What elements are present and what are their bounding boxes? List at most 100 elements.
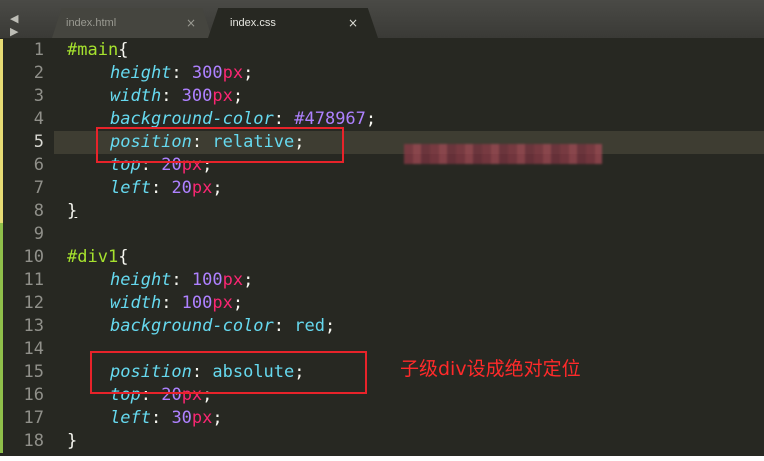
line-number: 15	[23, 362, 44, 382]
code-line[interactable]: }	[67, 200, 77, 223]
code-line[interactable]: width: 100px;	[67, 292, 243, 315]
tab-index-css[interactable]: index.css ×	[208, 8, 378, 38]
tab-bar: ◀ ▶ index.html × index.css ×	[0, 0, 764, 38]
gutter-change-mark	[0, 361, 3, 384]
code-token: ;	[212, 178, 223, 198]
code-token: width	[110, 86, 162, 106]
code-token: height	[110, 270, 172, 290]
code-token: px	[212, 86, 233, 106]
tab-label: index.css	[230, 17, 276, 29]
annotation-box-relative	[96, 127, 344, 163]
code-line[interactable]: #div1{	[67, 246, 128, 269]
code-token: ;	[232, 293, 244, 313]
line-number: 1	[33, 40, 44, 60]
close-icon[interactable]: ×	[186, 16, 196, 30]
code-token: }	[67, 201, 78, 221]
code-token: ;	[365, 109, 377, 129]
code-line[interactable]: }	[67, 430, 77, 453]
close-icon[interactable]: ×	[348, 16, 358, 30]
line-number: 3	[33, 86, 44, 106]
code-token: background-color	[110, 316, 274, 336]
code-token: left	[110, 178, 151, 198]
line-number: 9	[33, 224, 44, 244]
code-token: ;	[243, 270, 254, 290]
gutter-change-mark	[0, 131, 3, 154]
line-number: 8	[33, 201, 44, 221]
code-token: :	[150, 408, 172, 428]
annotation-box-absolute	[90, 351, 367, 394]
code-line[interactable]: width: 300px;	[67, 85, 243, 108]
code-token: ;	[243, 63, 254, 83]
line-number: 17	[23, 408, 44, 428]
gutter-change-mark	[0, 39, 3, 62]
line-number: 10	[23, 247, 44, 267]
tab-nav-arrows-icon[interactable]: ◀ ▶	[10, 12, 40, 38]
tab-label: index.html	[66, 17, 117, 29]
code-token: 300	[191, 63, 223, 83]
line-number: 5	[33, 132, 44, 152]
line-number: 2	[33, 63, 44, 83]
gutter-change-mark	[0, 62, 3, 85]
code-token: px	[191, 178, 213, 198]
blurred-redaction	[404, 144, 602, 164]
line-number-gutter: 1 2 3 4 5 6 7 8 9 10 11 12 13 14 15 16 17 18	[0, 38, 54, 456]
gutter-change-mark	[0, 292, 3, 315]
code-token: 100	[191, 270, 223, 290]
code-token: #478967	[294, 109, 366, 129]
code-token: px	[222, 270, 244, 290]
code-token: #main	[67, 40, 119, 60]
code-token: :	[150, 178, 172, 198]
code-token: {	[118, 247, 129, 267]
line-number: 18	[23, 431, 44, 451]
code-line[interactable]: #main{	[67, 39, 128, 62]
code-token: left	[110, 408, 151, 428]
gutter-change-mark	[0, 430, 3, 453]
gutter-change-mark	[0, 108, 3, 131]
code-token: }	[67, 431, 78, 451]
code-token: px	[212, 293, 233, 313]
code-token: ;	[324, 316, 336, 336]
line-number: 7	[33, 178, 44, 198]
line-number: 6	[33, 155, 44, 175]
tab-index-html[interactable]: index.html ×	[52, 8, 212, 38]
code-token: #div1	[67, 247, 119, 267]
code-token: red	[294, 316, 325, 336]
code-token: height	[110, 63, 172, 83]
code-token: :	[171, 63, 192, 83]
gutter-change-mark	[0, 269, 3, 292]
line-number: 14	[23, 339, 44, 359]
gutter-change-mark	[0, 407, 3, 430]
code-line[interactable]: height: 100px;	[67, 269, 253, 292]
code-token: px	[191, 408, 213, 428]
code-line[interactable]: background-color: red;	[67, 315, 335, 338]
code-editor[interactable]: 1 2 3 4 5 6 7 8 9 10 11 12 13 14 15 16 17 18 #main{height…	[0, 38, 764, 456]
code-token: ;	[212, 408, 223, 428]
sublime-editor-window: ◀ ▶ index.html × index.css × 1 2 3 4 5 6 7 8 9 10…	[0, 0, 764, 456]
code-token: 30	[171, 408, 192, 428]
gutter-change-mark	[0, 200, 3, 223]
code-line[interactable]: left: 30px;	[67, 407, 223, 430]
code-token: background-color	[110, 109, 274, 129]
line-number: 12	[23, 293, 44, 313]
code-line[interactable]: height: 300px;	[67, 62, 253, 85]
gutter-change-mark	[0, 223, 3, 246]
code-token: :	[273, 109, 295, 129]
gutter-change-mark	[0, 246, 3, 269]
code-token: {	[118, 40, 129, 60]
line-number: 13	[23, 316, 44, 336]
annotation-label: 子级div设成绝对定位	[400, 358, 581, 380]
gutter-change-mark	[0, 384, 3, 407]
gutter-change-mark	[0, 177, 3, 200]
code-token: 100	[181, 293, 213, 313]
gutter-change-mark	[0, 315, 3, 338]
code-token: width	[110, 293, 162, 313]
code-token: 20	[171, 178, 192, 198]
code-token: 300	[181, 86, 213, 106]
gutter-change-mark	[0, 338, 3, 361]
line-number: 4	[33, 109, 44, 129]
code-token: px	[222, 63, 244, 83]
code-token: :	[273, 316, 295, 336]
line-number: 11	[23, 270, 44, 290]
gutter-change-mark	[0, 85, 3, 108]
code-line[interactable]: left: 20px;	[67, 177, 223, 200]
